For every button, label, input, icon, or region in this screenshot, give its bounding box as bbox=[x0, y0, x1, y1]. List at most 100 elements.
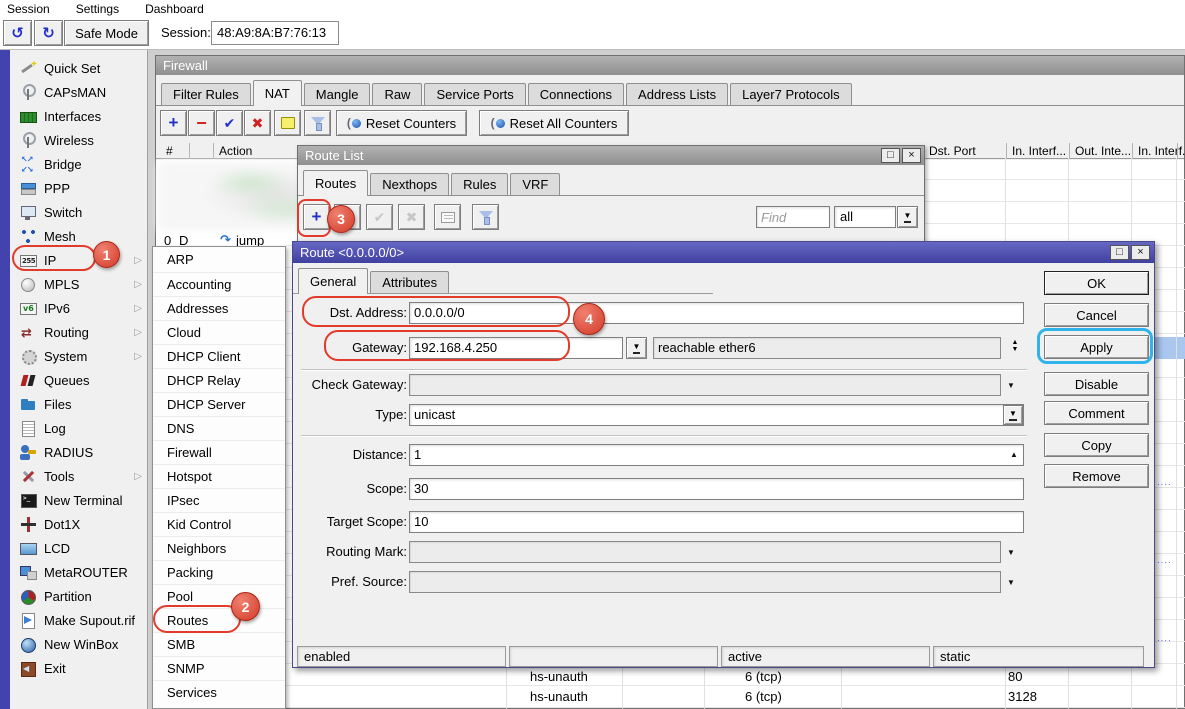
ip-menu-hotspot[interactable]: Hotspot bbox=[153, 464, 285, 488]
ip-menu-addresses[interactable]: Addresses bbox=[153, 296, 285, 320]
ip-menu-dhcp-server[interactable]: DHCP Server bbox=[153, 392, 285, 416]
menu-session[interactable]: Session bbox=[7, 2, 50, 16]
rule-chain-cell[interactable]: hs-unauth bbox=[530, 669, 588, 684]
ip-menu-ipsec[interactable]: IPsec bbox=[153, 488, 285, 512]
tab-address-lists[interactable]: Address Lists bbox=[626, 83, 728, 105]
tab-nat[interactable]: NAT bbox=[253, 80, 302, 106]
routing-mark-select[interactable] bbox=[409, 541, 1001, 563]
pref-source-select[interactable] bbox=[409, 571, 1001, 593]
ok-button[interactable]: OK bbox=[1044, 271, 1149, 295]
tab-filter-rules[interactable]: Filter Rules bbox=[161, 83, 251, 105]
sidebar-item-lcd[interactable]: LCD bbox=[10, 536, 147, 560]
route-dialog-titlebar[interactable]: Route <0.0.0.0/0> bbox=[293, 242, 1154, 263]
sidebar-item-switch[interactable]: Switch bbox=[10, 200, 147, 224]
ip-menu-smb[interactable]: SMB bbox=[153, 632, 285, 656]
sidebar-item-mpls[interactable]: MPLS▷ bbox=[10, 272, 147, 296]
sidebar-item-make-supout[interactable]: Make Supout.rif bbox=[10, 608, 147, 632]
ip-menu-cloud[interactable]: Cloud bbox=[153, 320, 285, 344]
cancel-button[interactable]: Cancel bbox=[1044, 303, 1149, 327]
route-disable-button[interactable]: ✖ bbox=[398, 204, 425, 230]
tab-connections[interactable]: Connections bbox=[528, 83, 624, 105]
ip-menu-accounting[interactable]: Accounting bbox=[153, 272, 285, 296]
column-header-in-interface[interactable]: In. Interf... bbox=[1012, 144, 1066, 158]
type-select[interactable]: unicast bbox=[409, 404, 1024, 426]
disable-button[interactable]: Disable bbox=[1044, 372, 1149, 396]
tab-raw[interactable]: Raw bbox=[372, 83, 422, 105]
ip-menu-snmp[interactable]: SNMP bbox=[153, 656, 285, 680]
ip-menu-arp[interactable]: ARP bbox=[153, 248, 285, 272]
column-header-num[interactable]: # bbox=[166, 144, 173, 158]
safe-mode-button[interactable]: Safe Mode bbox=[64, 20, 149, 46]
sidebar-item-metarouter[interactable]: MetaROUTER bbox=[10, 560, 147, 584]
route-filter-dropdown-button[interactable]: ▼ bbox=[897, 206, 918, 228]
ip-menu-dns[interactable]: DNS bbox=[153, 416, 285, 440]
distance-input[interactable]: 1 bbox=[409, 444, 1024, 466]
gateway-spinner[interactable]: ▲ ▼ bbox=[1007, 339, 1023, 353]
dropdown-icon[interactable]: ▼ bbox=[1007, 578, 1015, 587]
sidebar-item-log[interactable]: Log bbox=[10, 416, 147, 440]
tab-routes[interactable]: Routes bbox=[303, 170, 368, 196]
tab-nexthops[interactable]: Nexthops bbox=[370, 173, 449, 195]
sidebar-item-radius[interactable]: RADIUS bbox=[10, 440, 147, 464]
tab-rules[interactable]: Rules bbox=[451, 173, 508, 195]
nat-remove-button[interactable]: − bbox=[188, 110, 215, 136]
route-list-close-button[interactable]: × bbox=[902, 148, 921, 163]
sidebar-item-files[interactable]: Files bbox=[10, 392, 147, 416]
nat-enable-button[interactable]: ✔ bbox=[216, 110, 243, 136]
type-dropdown-button[interactable]: ▼ bbox=[1003, 405, 1023, 425]
rule-chain-cell[interactable]: hs-unauth bbox=[530, 689, 588, 704]
sidebar-item-bridge[interactable]: Bridge bbox=[10, 152, 147, 176]
sidebar-item-tools[interactable]: Tools▷ bbox=[10, 464, 147, 488]
remove-button[interactable]: Remove bbox=[1044, 464, 1149, 488]
route-filter-button[interactable] bbox=[472, 204, 499, 230]
menu-dashboard[interactable]: Dashboard bbox=[145, 2, 204, 16]
sidebar-item-quick-set[interactable]: Quick Set bbox=[10, 56, 147, 80]
ip-menu-firewall[interactable]: Firewall bbox=[153, 440, 285, 464]
tab-mangle[interactable]: Mangle bbox=[304, 83, 371, 105]
tab-general[interactable]: General bbox=[298, 268, 368, 294]
sidebar-item-ipv6[interactable]: IPv6▷ bbox=[10, 296, 147, 320]
route-list-titlebar[interactable]: Route List bbox=[298, 146, 924, 165]
gateway-dropdown-button[interactable]: ▼ bbox=[626, 337, 647, 359]
tab-service-ports[interactable]: Service Ports bbox=[424, 83, 525, 105]
rule-port-cell[interactable]: 80 bbox=[1008, 669, 1022, 684]
sidebar-item-exit[interactable]: Exit bbox=[10, 656, 147, 680]
sidebar-item-system[interactable]: System▷ bbox=[10, 344, 147, 368]
ip-menu-services[interactable]: Services bbox=[153, 680, 285, 704]
sidebar-item-interfaces[interactable]: Interfaces bbox=[10, 104, 147, 128]
menu-settings[interactable]: Settings bbox=[76, 2, 119, 16]
nat-filter-button[interactable] bbox=[304, 110, 331, 136]
ip-menu-kid-control[interactable]: Kid Control bbox=[153, 512, 285, 536]
reset-all-counters-button[interactable]: ( Reset All Counters bbox=[479, 110, 629, 136]
column-header-action[interactable]: Action bbox=[219, 144, 252, 158]
rule-proto-cell[interactable]: 6 (tcp) bbox=[745, 669, 782, 684]
rule-port-cell[interactable]: 3128 bbox=[1008, 689, 1037, 704]
column-header-out-interface[interactable]: Out. Inte... bbox=[1075, 144, 1131, 158]
reset-counters-button[interactable]: ( Reset Counters bbox=[336, 110, 467, 136]
rule-proto-cell[interactable]: 6 (tcp) bbox=[745, 689, 782, 704]
route-comment-button[interactable] bbox=[434, 204, 461, 230]
ip-menu-dhcp-client[interactable]: DHCP Client bbox=[153, 344, 285, 368]
sidebar-item-routing[interactable]: Routing▷ bbox=[10, 320, 147, 344]
route-dialog-maximize-button[interactable]: □ bbox=[1110, 245, 1129, 260]
ip-menu-neighbors[interactable]: Neighbors bbox=[153, 536, 285, 560]
tab-layer7[interactable]: Layer7 Protocols bbox=[730, 83, 852, 105]
redo-button[interactable]: ↻ bbox=[34, 20, 63, 46]
route-enable-button[interactable]: ✔ bbox=[366, 204, 393, 230]
comment-button[interactable]: Comment bbox=[1044, 401, 1149, 425]
dropdown-icon[interactable]: ▼ bbox=[1007, 381, 1015, 390]
sidebar-item-new-winbox[interactable]: New WinBox bbox=[10, 632, 147, 656]
target-scope-input[interactable]: 10 bbox=[409, 511, 1024, 533]
check-gateway-select[interactable] bbox=[409, 374, 1001, 396]
sidebar-item-queues[interactable]: Queues bbox=[10, 368, 147, 392]
sidebar-item-partition[interactable]: Partition bbox=[10, 584, 147, 608]
ip-menu-packing[interactable]: Packing bbox=[153, 560, 285, 584]
find-input[interactable] bbox=[756, 206, 830, 228]
sidebar-item-new-terminal[interactable]: New Terminal bbox=[10, 488, 147, 512]
route-dialog-close-button[interactable]: × bbox=[1131, 245, 1150, 260]
tab-vrf[interactable]: VRF bbox=[510, 173, 560, 195]
scope-input[interactable]: 30 bbox=[409, 478, 1024, 500]
distance-up-icon[interactable]: ▲ bbox=[1010, 450, 1018, 459]
sidebar-item-capsman[interactable]: CAPsMAN bbox=[10, 80, 147, 104]
sidebar-item-wireless[interactable]: Wireless bbox=[10, 128, 147, 152]
